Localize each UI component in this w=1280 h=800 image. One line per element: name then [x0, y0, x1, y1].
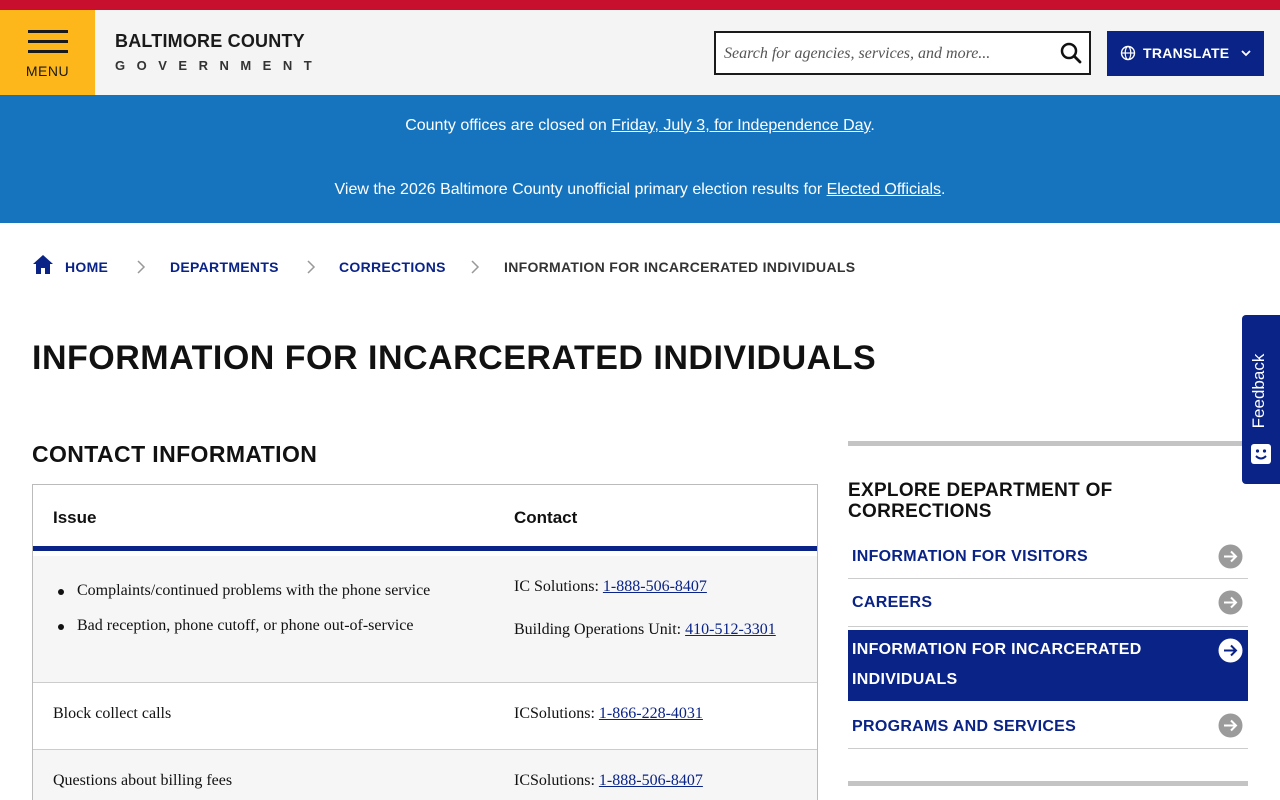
column-header-contact: Contact [514, 508, 578, 527]
sidebar-item-label: INFORMATION FOR INCARCERATED INDIVIDUALS [852, 641, 1142, 688]
chevron-right-icon [471, 260, 480, 274]
table-row: Questions about billing fees ICSolutions… [33, 750, 817, 800]
closure-notice: County offices are closed on Friday, Jul… [0, 117, 1280, 135]
contact-section-title: CONTACT INFORMATION [32, 441, 318, 467]
sidebar-item-careers[interactable]: CAREERS [848, 579, 1248, 627]
chevron-down-icon [1241, 50, 1251, 57]
table-header: Issue Contact [33, 485, 817, 551]
phone-link[interactable]: 410-512-3301 [685, 621, 776, 638]
contact-entry: ICSolutions: 1-866-228-4031 [514, 705, 703, 723]
elected-officials-link[interactable]: Elected Officials [827, 181, 941, 198]
sidebar-item-visitors[interactable]: INFORMATION FOR VISITORS [848, 536, 1248, 579]
arrow-circle-right-icon [1218, 638, 1243, 663]
table-row: Block collect calls ICSolutions: 1-866-2… [33, 683, 817, 750]
breadcrumb-corrections[interactable]: CORRECTIONS [339, 259, 446, 275]
sidebar-heading: EXPLORE DEPARTMENT OF CORRECTIONS [848, 480, 1113, 522]
election-notice: View the 2026 Baltimore County unofficia… [0, 181, 1280, 199]
menu-label: MENU [25, 63, 70, 79]
hamburger-icon [28, 50, 68, 53]
translate-button[interactable]: TRANSLATE [1107, 31, 1264, 76]
alert-banner: County offices are closed on Friday, Jul… [0, 95, 1280, 223]
hamburger-icon [28, 40, 68, 43]
translate-label: TRANSLATE [1143, 45, 1230, 61]
chevron-right-icon [307, 260, 316, 274]
table-row: Complaints/continued problems with the p… [33, 556, 817, 683]
chevron-right-icon [137, 260, 146, 274]
arrow-circle-right-icon [1218, 544, 1243, 569]
contact-label: IC Solutions: [514, 578, 603, 595]
independence-day-link[interactable]: Friday, July 3, for Independence Day [611, 117, 870, 134]
menu-button[interactable]: MENU [0, 10, 95, 95]
closure-notice-suffix: . [870, 117, 875, 134]
column-header-issue: Issue [53, 508, 97, 527]
search-box [714, 31, 1091, 75]
feedback-smile-icon [1251, 444, 1271, 464]
home-icon[interactable] [32, 254, 54, 275]
contact-label: Building Operations Unit: [514, 621, 686, 638]
contact-label: ICSolutions: [514, 772, 599, 789]
sidebar-bottom-rule [848, 781, 1248, 786]
issue-item: Complaints/continued problems with the p… [77, 582, 431, 599]
feedback-tab[interactable]: Feedback [1242, 315, 1280, 484]
feedback-label: Feedback [1249, 353, 1268, 429]
sidebar-item-label: INFORMATION FOR VISITORS [852, 548, 1088, 565]
phone-link[interactable]: 1-866-228-4031 [599, 705, 703, 722]
issue-item: Block collect calls [53, 705, 172, 722]
sidebar-item-programs-services[interactable]: PROGRAMS AND SERVICES [848, 701, 1248, 749]
phone-link[interactable]: 1-888-506-8407 [603, 578, 707, 595]
sidebar-item-label: CAREERS [852, 594, 933, 611]
sidebar-top-rule [848, 441, 1248, 446]
logo-title[interactable]: BALTIMORE COUNTY [115, 31, 305, 52]
breadcrumb-current: INFORMATION FOR INCARCERATED INDIVIDUALS [504, 259, 856, 275]
hamburger-icon [28, 30, 68, 33]
breadcrumb-departments[interactable]: DEPARTMENTS [170, 259, 279, 275]
election-notice-suffix: . [941, 181, 946, 198]
contact-table: Issue Contact Complaints/continued probl… [32, 484, 818, 800]
issue-item: Bad reception, phone cutoff, or phone ou… [77, 617, 414, 634]
top-accent-bar [0, 0, 1280, 10]
search-input[interactable] [724, 41, 1054, 67]
contact-label: ICSolutions: [514, 705, 599, 722]
site-header: MENU BALTIMORE COUNTY GOVERNMENT TRANSLA… [0, 10, 1280, 95]
breadcrumb-home[interactable]: HOME [65, 259, 108, 275]
bullet-icon [58, 589, 64, 595]
search-icon[interactable] [1059, 41, 1083, 65]
bullet-icon [58, 624, 64, 630]
closure-notice-text: County offices are closed on [405, 117, 612, 134]
logo-subtitle[interactable]: GOVERNMENT [115, 58, 323, 73]
issue-item: Questions about billing fees [53, 772, 233, 789]
contact-entry: Building Operations Unit: 410-512-3301 [514, 621, 776, 639]
election-notice-text: View the 2026 Baltimore County unofficia… [334, 181, 827, 198]
contact-entry: IC Solutions: 1-888-506-8407 [514, 578, 707, 596]
phone-link[interactable]: 1-888-506-8407 [599, 772, 703, 789]
arrow-circle-right-icon [1218, 713, 1243, 738]
contact-entry: ICSolutions: 1-888-506-8407 [514, 772, 703, 790]
globe-icon [1120, 45, 1136, 61]
sidebar-item-incarcerated-individuals[interactable]: INFORMATION FOR INCARCERATED INDIVIDUALS [848, 630, 1248, 701]
page-title: INFORMATION FOR INCARCERATED INDIVIDUALS [32, 339, 877, 377]
arrow-circle-right-icon [1218, 590, 1243, 615]
sidebar-item-label: PROGRAMS AND SERVICES [852, 718, 1077, 735]
